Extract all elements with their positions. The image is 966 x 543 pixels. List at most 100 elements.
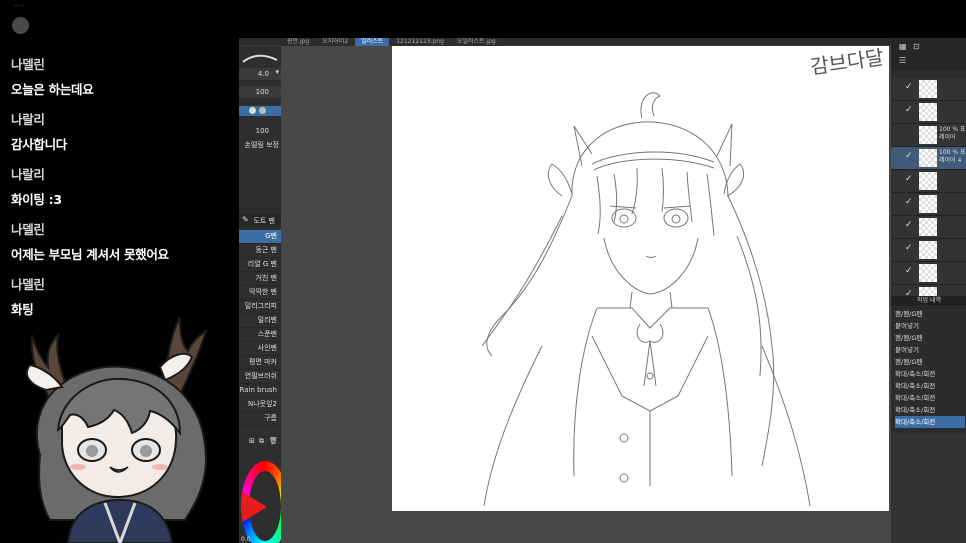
layer-thumbnail [919, 218, 937, 236]
chat-username: 나델린 [11, 222, 45, 237]
streamer-avatar-illustration [25, 316, 208, 543]
brush-shape-row[interactable] [239, 106, 281, 116]
layer-thumbnail [919, 172, 937, 190]
history-item[interactable]: 확대/축소/회전 [895, 368, 965, 380]
layer-row[interactable]: ✓ [891, 239, 966, 262]
right-panel: ▦ ⊡ ☰ ✓ ✓ 100 % 표 레이어 ✓ 100 % 표 레이어 4 ✓ [891, 38, 966, 543]
opacity-row[interactable]: 100 [239, 86, 281, 98]
history-item-selected[interactable]: 확대/축소/회전 [895, 416, 965, 428]
palette-footer-icons: ⊞ ⧉ 🗑 [239, 437, 281, 447]
brush-item[interactable]: 밀리펜 [239, 314, 281, 328]
history-item[interactable]: 확대/축소/회전 [895, 392, 965, 404]
layer-options-icon[interactable]: ☰ [899, 56, 906, 65]
line-art-sketch [481, 92, 811, 507]
brush-item[interactable]: 리얼 G 펜 [239, 258, 281, 272]
history-item[interactable]: 확대/축소/회전 [895, 404, 965, 416]
layer-label: 100 % 표 레이어 [939, 126, 966, 141]
brush-size-value: 4.0 [257, 70, 269, 78]
copy-icon[interactable]: ⧉ [259, 437, 264, 446]
layer-row[interactable]: ✓ [891, 216, 966, 239]
layer-row[interactable]: ✓ [891, 262, 966, 285]
visibility-check-icon[interactable]: ✓ [905, 105, 913, 115]
brush-item[interactable]: Rain brush [239, 384, 281, 398]
brush-item[interactable]: N나뭇잎2 [239, 398, 281, 412]
brush-item[interactable]: 평면 마커 [239, 356, 281, 370]
layer-row[interactable]: ✓ [891, 101, 966, 124]
chat-message: 나델린 오늘은 하는데요 [11, 54, 236, 98]
brush-item[interactable]: 연필브러쉬 [239, 370, 281, 384]
circle-icon [249, 107, 256, 114]
brush-item[interactable]: 거친 펜 [239, 272, 281, 286]
chat-panel: ·· ·· 나델린 오늘은 하는데요 나랄리 감사합니다 나랄리 화이팅 :3 … [0, 0, 238, 543]
brush-size-row[interactable]: 4.0 ▾ [239, 68, 281, 80]
history-item[interactable]: 펜/펜/G펜 [895, 308, 965, 320]
layer-thumbnail [919, 195, 937, 213]
brush-item[interactable]: 딱딱한 펜 [239, 286, 281, 300]
doc-tab[interactable]: 121212123.png [390, 38, 450, 46]
layer-row[interactable]: 100 % 표 레이어 [891, 124, 966, 147]
channel-avatar [12, 17, 29, 34]
lock-icon[interactable]: ⊡ [913, 42, 920, 51]
history-item[interactable]: 붙여넣기 [895, 344, 965, 356]
chat-username: 나랄리 [11, 112, 45, 127]
layer-row[interactable]: ✓ [891, 78, 966, 101]
clip-studio-window: 원안.jpg 오지어더2 일러스트 121212123.png 오일러스트.jp… [239, 38, 966, 543]
visibility-check-icon[interactable]: ✓ [905, 266, 913, 276]
layer-thumbnail [919, 103, 937, 121]
layer-row-selected[interactable]: ✓ 100 % 표 레이어 4 [891, 147, 966, 170]
brush-item[interactable]: 사인펜 [239, 342, 281, 356]
chat-username: 나델린 [11, 57, 45, 72]
chat-text: 오늘은 하는데요 [11, 82, 94, 97]
canvas-paper[interactable]: 감브다달 [392, 45, 889, 511]
stabilization-row[interactable]: 손떨림 보정 [239, 139, 281, 149]
chat-username: 나랄리 [11, 167, 45, 182]
visibility-check-icon[interactable]: ✓ [905, 220, 913, 230]
right-panel-lower [891, 433, 966, 543]
brush-item[interactable]: 둥근 펜 [239, 244, 281, 258]
trash-icon[interactable]: 🗑 [269, 437, 278, 445]
chat-header: ·· ·· [14, 2, 26, 10]
doc-tab-active[interactable]: 일러스트 [355, 38, 390, 46]
brush-stroke-preview [242, 54, 278, 63]
layer-thumbnail [919, 264, 937, 282]
history-item[interactable]: 펜/펜/G펜 [895, 356, 965, 368]
doc-tab[interactable]: 원안.jpg [281, 38, 316, 46]
layer-thumbnail [919, 149, 937, 167]
visibility-check-icon[interactable]: ✓ [905, 243, 913, 253]
history-tab-label[interactable]: 작업 내역 [917, 297, 941, 304]
visibility-check-icon[interactable]: ✓ [905, 151, 913, 161]
opacity2-row[interactable]: 100 [239, 126, 281, 136]
layer-toolbar: ▦ ⊡ ☰ [891, 38, 966, 70]
sub-tool-group-label: 도트 펜 [253, 217, 275, 225]
history-panel-header: 작업 내역 [891, 296, 966, 306]
doc-tab[interactable]: 오일러스트.jpg [450, 38, 502, 46]
add-icon[interactable]: ⊞ [249, 437, 255, 445]
circle-icon [259, 107, 266, 114]
color-triangle[interactable] [241, 491, 267, 523]
visibility-check-icon[interactable]: ✓ [905, 197, 913, 207]
dropdown-icon: ▾ [275, 68, 279, 76]
layer-row[interactable]: ✓ [891, 170, 966, 193]
brush-item[interactable]: 구름 [239, 412, 281, 426]
history-item[interactable]: 펜/펜/G펜 [895, 332, 965, 344]
visibility-check-icon[interactable]: ✓ [905, 174, 913, 184]
brush-item[interactable]: 밀리그리피 [239, 300, 281, 314]
chat-message: 나델린 어제는 부모님 계셔서 못했어요 [11, 219, 236, 263]
brush-item-selected[interactable]: G펜 [239, 230, 281, 244]
chat-text: 어제는 부모님 계셔서 못했어요 [11, 247, 169, 262]
chat-text: 화이팅 :3 [11, 192, 62, 207]
layer-thumbnail [919, 241, 937, 259]
brush-item[interactable]: 스푼펜 [239, 328, 281, 342]
layer-thumbnail [919, 80, 937, 98]
grid-icon[interactable]: ▦ [899, 42, 907, 51]
doc-tab[interactable]: 오지어더2 [316, 38, 355, 46]
stabilization-label: 손떨림 보정 [244, 141, 279, 149]
history-item[interactable]: 붙여넣기 [895, 320, 965, 332]
opacity2-value: 100 [255, 127, 269, 135]
layer-row[interactable]: ✓ [891, 193, 966, 216]
history-item[interactable]: 확대/축소/회전 [895, 380, 965, 392]
document-tabs: 원안.jpg 오지어더2 일러스트 121212123.png 오일러스트.jp… [281, 38, 503, 46]
canvas-viewport[interactable]: 감브다달 [281, 45, 891, 543]
chat-username: 나델린 [11, 277, 45, 292]
visibility-check-icon[interactable]: ✓ [905, 82, 913, 92]
